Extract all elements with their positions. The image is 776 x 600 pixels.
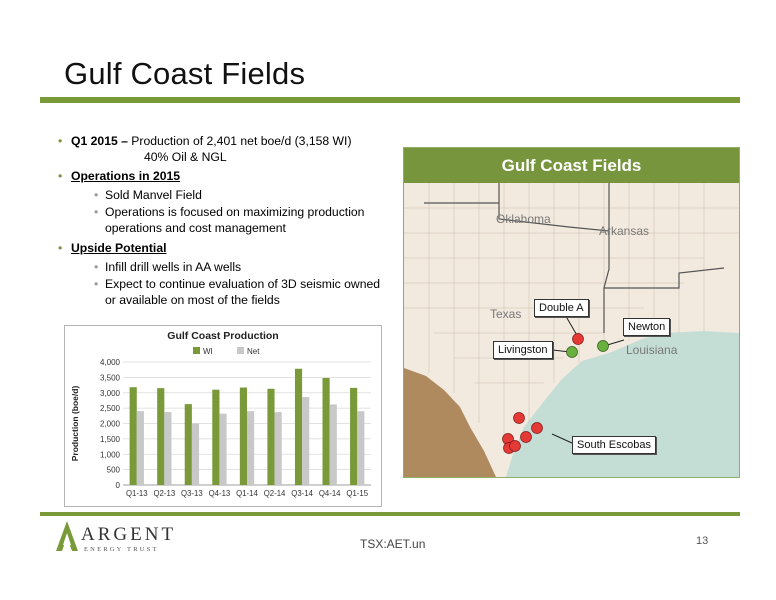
newton-marker [597,340,609,352]
x-tick-label: Q2-14 [264,489,286,498]
q1-text-2: 40% Oil & NGL [144,150,227,164]
bar-net [219,413,227,485]
x-tick-label: Q1-13 [126,489,148,498]
callout-livingston: Livingston [493,341,553,359]
south-escobas-leader [551,433,573,444]
upside-item: Infill drill wells in AA wells [94,259,394,275]
x-tick-label: Q4-13 [209,489,231,498]
x-tick-label: Q3-13 [181,489,203,498]
bar-net [191,423,200,485]
logo-wordmark: ARGENT [81,524,177,545]
y-tick-label: 3,000 [100,389,121,398]
bar-net [302,397,310,485]
bar-wi [350,387,358,485]
y-tick-label: 4,000 [100,358,121,367]
bar-net [136,411,144,485]
oil-field-marker [531,422,543,434]
livingston-marker [566,346,578,358]
bar-net [329,404,337,485]
logo-subtitle: ENERGY TRUST [84,546,159,553]
bar-net [274,412,282,485]
q1-label: Q1 2015 – [71,134,128,148]
x-tick-label: Q3-14 [291,489,313,498]
bar-wi [129,387,137,485]
field-map: Gulf Coast Fields Oklahoma Arkansas Texa… [403,147,740,478]
bullet-list: Q1 2015 – Production of 2,401 net boe/d … [58,133,394,309]
chart-title: Gulf Coast Production [167,330,279,342]
bar-wi [239,387,247,485]
operations-label: Operations in 2015 [71,169,181,183]
production-chart: Gulf Coast Production 0 500 1,000 1,500 2,00… [64,325,382,507]
y-tick-label: 3,500 [100,373,121,382]
x-tick-label: Q1-15 [346,489,368,498]
oil-field-marker [513,412,525,424]
ticker-symbol: TSX:AET.un [360,537,426,551]
legend-label-wi: WI [203,347,213,356]
title-divider [40,97,740,103]
legend-label-net: Net [247,347,260,356]
bar-wi [212,389,220,485]
argent-logo-icon [56,521,78,551]
y-tick-label: 2,000 [100,420,121,429]
ops-item: Sold Manvel Field [94,187,394,203]
page-title: Gulf Coast Fields [64,56,306,91]
callout-south-escobas: South Escobas [572,436,656,454]
bar-wi [322,377,330,485]
bullet-upside: Upside Potential [58,240,394,256]
y-tick-label: 1,000 [100,450,121,459]
callout-newton: Newton [623,318,671,336]
oil-field-marker [520,431,532,443]
upside-label: Upside Potential [71,241,167,255]
double-a-marker [572,333,584,345]
x-tick-label: Q1-14 [236,489,258,498]
upside-item: Expect to continue evaluation of 3D seis… [94,276,394,308]
footer-divider [40,512,740,516]
page-number: 13 [696,535,709,547]
bar-net [164,412,172,485]
y-axis-label: Production (boe/d) [70,386,80,462]
y-tick-label: 1,500 [100,435,121,444]
bar-net [357,411,365,485]
ops-item: Operations is focused on maximizing prod… [94,204,394,236]
argent-logo: ARGENT ENERGY TRUST [54,519,173,557]
y-tick-label: 500 [107,466,121,475]
legend-swatch-net [237,347,244,354]
oil-field-marker [509,440,521,452]
x-tick-label: Q2-13 [153,489,175,498]
bar-wi [184,404,192,485]
bullet-operations: Operations in 2015 [58,168,394,184]
legend-swatch-wi [193,347,200,354]
bar-wi [157,388,165,485]
callout-double-a: Double A [534,299,589,317]
bullet-q1: Q1 2015 – Production of 2,401 net boe/d … [58,133,394,165]
x-tick-label: Q4-14 [319,489,341,498]
bar-net [247,411,255,485]
bar-wi [294,368,303,485]
q1-text: Production of 2,401 net boe/d (3,158 WI) [127,134,352,148]
y-tick-label: 0 [116,481,121,490]
bar-wi [267,388,275,485]
chart-canvas: 0 500 1,000 1,500 2,000 2,500 3,000 3,500 4,000 P… [70,347,371,498]
y-tick-label: 2,500 [100,404,121,413]
